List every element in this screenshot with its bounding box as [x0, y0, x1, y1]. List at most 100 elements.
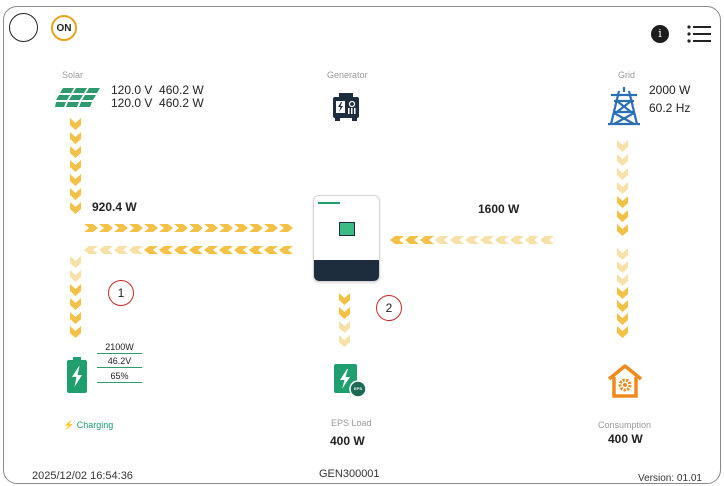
battery-status-text: Charging [76, 420, 114, 430]
inverter-to-battery-arrow [279, 241, 293, 254]
consumption-flow-arrow [617, 312, 628, 325]
grid-flow-arrow [617, 195, 628, 208]
eps-load-label: EPS Load [331, 418, 372, 428]
battery-status: ⚡ Charging [63, 420, 113, 431]
solar-flow-arrow [70, 173, 81, 186]
inverter-to-battery-arrow [249, 241, 263, 254]
eps-load-power: 400 W [330, 434, 365, 448]
grid-power: 2000 W [649, 83, 691, 97]
eps-flow-arrow [339, 306, 350, 319]
solar-pv2-reading: 120.0 V 460.2 W [111, 96, 204, 110]
grid-flow-arrow [617, 167, 628, 180]
solar-flow-arrow [70, 201, 81, 214]
grid-tower-icon[interactable] [607, 86, 641, 126]
inverter-to-battery-arrow [174, 241, 188, 254]
consumption-flow-arrow [617, 273, 628, 286]
generator-label: Generator [327, 70, 368, 80]
hamburger-menu-icon[interactable] [687, 24, 711, 44]
solar-flow-arrow [70, 131, 81, 144]
solar-pv1-reading: 120.0 V 460.2 W [111, 83, 204, 97]
grid-to-inverter-arrow [480, 231, 494, 244]
power-on-button[interactable]: ON [51, 15, 77, 41]
battery-marker: 1 [108, 280, 134, 306]
solar-to-inverter-arrow [234, 219, 248, 232]
battery-flow-arrow [70, 325, 81, 338]
battery-voltage: 46.2V [97, 356, 142, 368]
power-on-label: ON [56, 22, 72, 34]
solar-to-inverter-arrow [174, 219, 188, 232]
solar-to-inverter-arrow [264, 219, 278, 232]
eps-marker-number: 2 [385, 301, 393, 315]
solar-to-inverter-arrow [99, 219, 113, 232]
eps-load-icon[interactable]: EPS [331, 362, 367, 398]
grid-to-inverter-arrow [495, 231, 509, 244]
inverter-to-battery-arrow [129, 241, 143, 254]
eps-badge-text: EPS [353, 386, 362, 391]
grid-flow-arrow [617, 153, 628, 166]
solar-to-inverter-arrow [114, 219, 128, 232]
solar-panel-icon[interactable] [55, 87, 101, 109]
battery-flow-arrow [70, 269, 81, 282]
power-toggle-circle[interactable] [9, 13, 38, 42]
consumption-power: 400 W [608, 432, 643, 446]
eps-flow-arrow [339, 320, 350, 333]
solar-flow-arrow [70, 159, 81, 172]
grid-to-inverter-arrow [450, 231, 464, 244]
eps-flow-arrow [339, 292, 350, 305]
consumption-flow-arrow [617, 325, 628, 338]
grid-flow-arrow [617, 209, 628, 222]
inverter-device-icon[interactable] [313, 195, 380, 282]
grid-flow-arrow [617, 223, 628, 236]
grid-to-inverter-arrow [390, 231, 404, 244]
grid-flow-arrow [617, 139, 628, 152]
solar-flow-arrow [70, 117, 81, 130]
grid-to-inverter-arrow [510, 231, 524, 244]
inverter-to-battery-arrow [84, 241, 98, 254]
eps-marker: 2 [376, 295, 402, 321]
solar-to-inverter-arrow [279, 219, 293, 232]
grid-to-inverter-arrow [405, 231, 419, 244]
grid-to-inverter-arrow [420, 231, 434, 244]
inverter-to-battery-arrow [159, 241, 173, 254]
grid-to-inverter-arrow [465, 231, 479, 244]
inverter-brand-strip [318, 202, 340, 204]
grid-to-inverter-arrow [435, 231, 449, 244]
footer-version: Version: 01.01 [638, 473, 702, 484]
inverter-to-battery-arrow [189, 241, 203, 254]
footer-serial: GEN300001 [319, 468, 380, 480]
consumption-flow-arrow [617, 247, 628, 260]
solar-flow-arrow [70, 145, 81, 158]
charging-bolt-icon: ⚡ [63, 420, 75, 430]
battery-flow-arrow [70, 255, 81, 268]
battery-icon[interactable] [66, 357, 88, 393]
grid-frequency: 60.2 Hz [649, 101, 691, 115]
grid-to-inverter-arrow [525, 231, 539, 244]
grid-flow-arrow [617, 181, 628, 194]
battery-soc: 65% [97, 371, 142, 383]
footer-timestamp: 2025/12/02 16:54:36 [32, 470, 133, 482]
battery-power: 2100W [97, 342, 142, 354]
info-icon[interactable]: i [651, 25, 669, 43]
consumption-flow-arrow [617, 260, 628, 273]
generator-icon[interactable] [331, 92, 361, 122]
inverter-to-battery-arrow [219, 241, 233, 254]
solar-to-inverter-arrow [84, 219, 98, 232]
inverter-to-battery-arrow [264, 241, 278, 254]
grid-flow-power: 1600 W [478, 202, 520, 216]
consumption-flow-arrow [617, 299, 628, 312]
battery-flow-arrow [70, 297, 81, 310]
solar-flow-power: 920.4 W [92, 200, 137, 214]
consumption-home-icon[interactable] [606, 363, 644, 399]
consumption-label: Consumption [598, 420, 652, 430]
consumption-flow-arrow [617, 286, 628, 299]
solar-to-inverter-arrow [204, 219, 218, 232]
grid-to-inverter-arrow [540, 231, 554, 244]
inverter-to-battery-arrow [99, 241, 113, 254]
app-frame: ON i Solar 120.0 V 460.2 W 120.0 V 460.2… [3, 6, 721, 484]
solar-label: Solar [62, 70, 84, 80]
solar-to-inverter-arrow [144, 219, 158, 232]
solar-to-inverter-arrow [159, 219, 173, 232]
eps-flow-arrow [339, 334, 350, 347]
battery-flow-arrow [70, 283, 81, 296]
inverter-to-battery-arrow [204, 241, 218, 254]
